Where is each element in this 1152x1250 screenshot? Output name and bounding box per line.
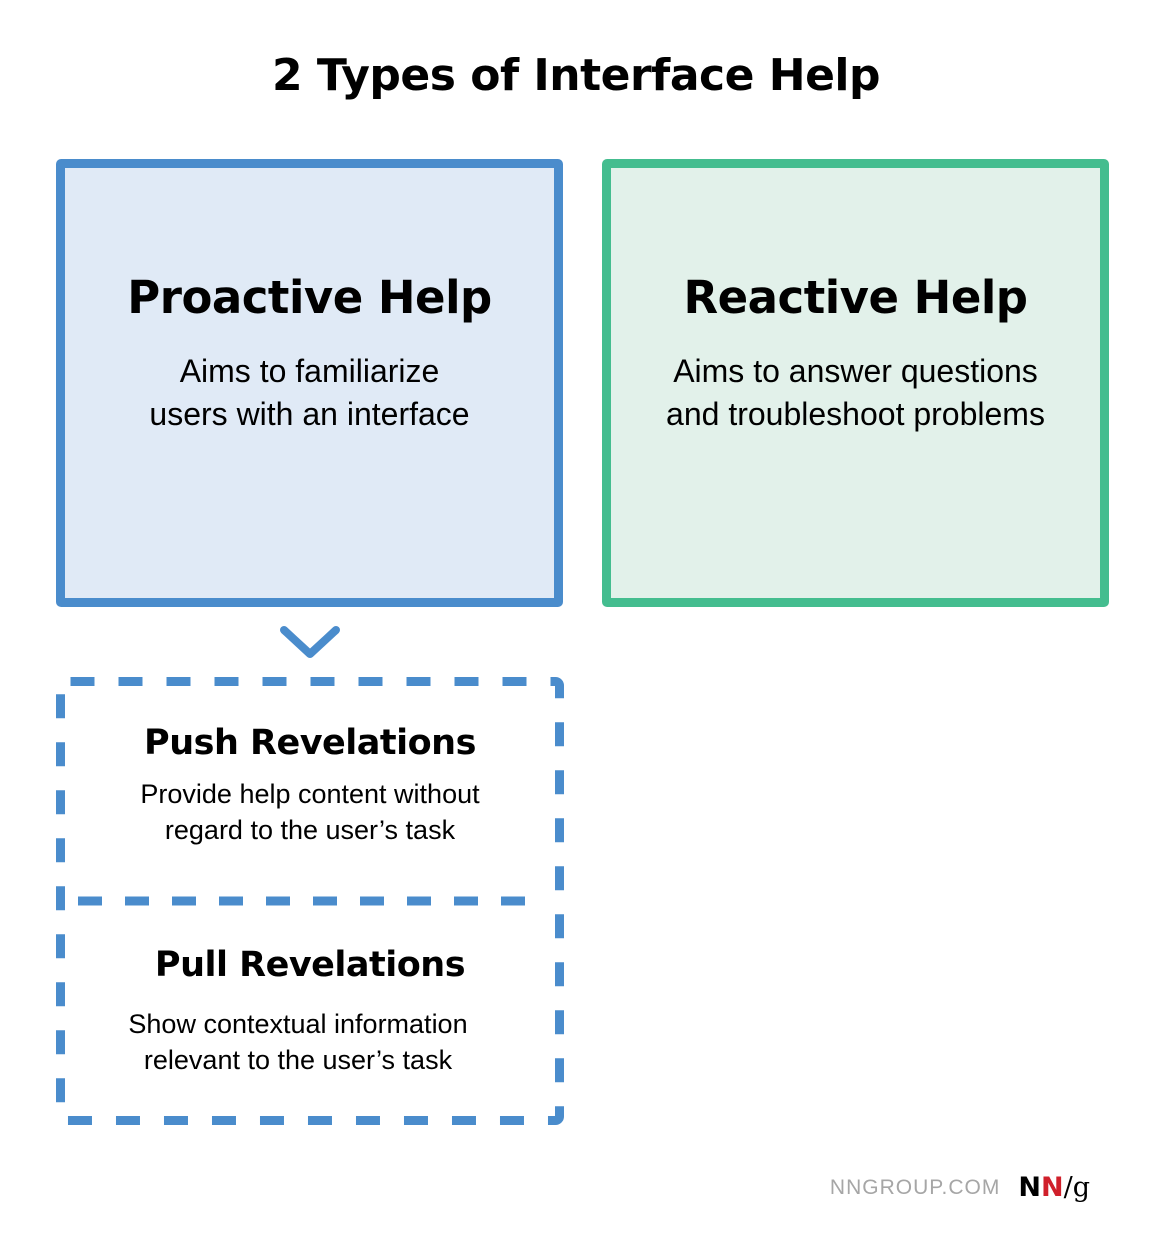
site-url[interactable]: NNGROUP.COM: [830, 1176, 1000, 1200]
push-revelations-title: Push Revelations: [144, 723, 476, 763]
logo-letter-n-red: N: [1040, 1172, 1064, 1203]
description-line: Show contextual information: [128, 1009, 468, 1039]
description-line: Aims to answer questions: [673, 353, 1038, 389]
reactive-help-title: Reactive Help: [683, 271, 1029, 324]
pull-revelations-description: Show contextual information relevant to …: [32, 1006, 564, 1078]
logo-slash: /: [1063, 1172, 1073, 1203]
logo-letter-n-black: N: [1018, 1172, 1041, 1203]
reactive-help-description: Aims to answer questions and troubleshoo…: [611, 350, 1100, 436]
reactive-help-box: Reactive Help Aims to answer questions a…: [602, 159, 1109, 607]
description-line: Provide help content without: [140, 779, 480, 809]
description-line: and troubleshoot problems: [666, 396, 1045, 432]
page-title: 2 Types of Interface Help: [271, 50, 881, 101]
logo-letter-g: g: [1072, 1172, 1090, 1203]
description-line: Aims to familiarize: [179, 353, 440, 389]
proactive-help-description: Aims to familiarize users with an interf…: [65, 350, 554, 436]
footer: NNGROUP.COM NN/g: [830, 1172, 1090, 1203]
proactive-help-title: Proactive Help: [127, 271, 492, 324]
push-revelations-description: Provide help content without regard to t…: [56, 776, 564, 848]
description-line: regard to the user’s task: [164, 815, 456, 845]
push-revelations-section: Push Revelations Provide help content wi…: [56, 716, 564, 848]
description-line: relevant to the user’s task: [143, 1045, 453, 1075]
chevron-down-icon: [280, 626, 340, 658]
logo-slash-g: /g: [1064, 1172, 1090, 1203]
proactive-help-box: Proactive Help Aims to familiarize users…: [56, 159, 563, 607]
pull-revelations-section: Pull Revelations Show contextual informa…: [56, 938, 564, 1078]
pull-revelations-title: Pull Revelations: [154, 945, 466, 985]
description-line: users with an interface: [149, 396, 470, 432]
nng-logo: NN/g: [1018, 1172, 1090, 1203]
